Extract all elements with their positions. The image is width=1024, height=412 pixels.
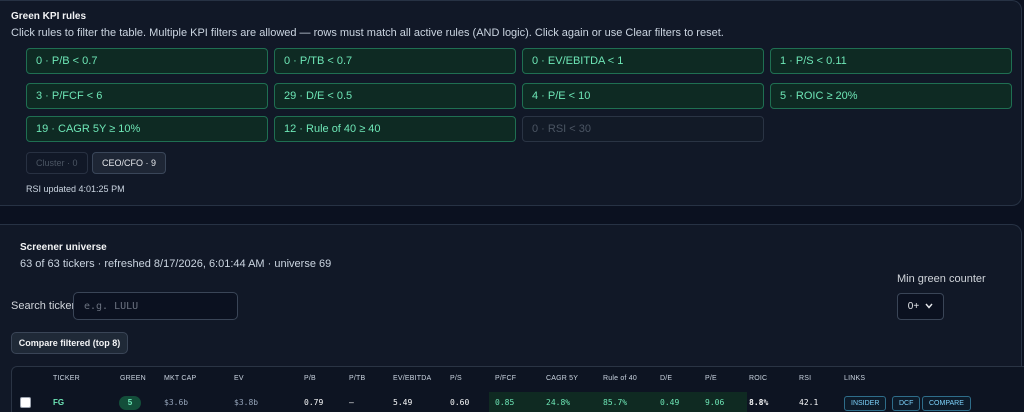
kpi-description: Click rules to filter the table. Multipl… [11,27,724,39]
th-pb[interactable]: P/B [304,375,316,382]
compare-filtered-button[interactable]: Compare filtered (top 8) [11,332,128,354]
min-green-select[interactable]: 0+ [897,293,944,320]
th-ev[interactable]: EV [234,375,244,382]
cell-mkt-cap: $3.6b [164,398,189,407]
screener-table: TICKER GREEN MKT CAP EV P/B P/TB EV/EBIT… [11,366,1024,412]
cluster-chip[interactable]: Cluster · 0 [26,152,88,174]
screener-title: Screener universe [20,242,107,253]
rule-roic[interactable]: 5 · ROIC ≥ 20% [770,83,1012,109]
search-label: Search ticker [11,300,76,312]
th-mkt-cap[interactable]: MKT CAP [164,375,196,382]
chevron-down-icon [925,301,933,312]
cell-de: 0.49 [660,398,680,407]
rule-cagr[interactable]: 19 · CAGR 5Y ≥ 10% [26,116,268,142]
th-cagr[interactable]: CAGR 5Y [546,375,578,382]
cell-pfcf: 0.85 [495,398,515,407]
th-links: LINKS [844,375,866,382]
cell-ptb: — [349,398,354,407]
kpi-panel-title: Green KPI rules [11,11,87,22]
cell-ticker[interactable]: FG [53,392,64,412]
th-roic[interactable]: ROIC [749,375,767,382]
rule-ps[interactable]: 1 · P/S < 0.11 [770,48,1012,74]
th-de[interactable]: D/E [660,375,672,382]
cell-ev-ebitda: 5.49 [393,398,413,407]
ceo-cfo-chip[interactable]: CEO/CFO · 9 [92,152,167,174]
rule-ptb[interactable]: 0 · P/TB < 0.7 [274,48,516,74]
rule-pe[interactable]: 4 · P/E < 10 [522,83,764,109]
table-row: FG 5 $3.6b $3.8b 0.79 — 5.49 0.60 0.85 2… [12,392,1024,412]
cell-rule-of-40: 85.7% [603,398,628,407]
th-ps[interactable]: P/S [450,375,462,382]
green-count-badge: 5 [119,396,141,410]
rsi-updated-text: RSI updated 4:01:25 PM [26,184,125,194]
row-select-checkbox[interactable] [20,397,31,408]
th-green[interactable]: GREEN [120,375,146,382]
cell-pe: 9.06 [705,398,725,407]
th-ticker[interactable]: TICKER [53,375,80,382]
dcf-link[interactable]: DCF [892,396,921,411]
rule-de[interactable]: 29 · D/E < 0.5 [274,83,516,109]
cell-rsi: 42.1 [799,398,819,407]
min-green-label: Min green counter [897,273,986,285]
th-rsi[interactable]: RSI [799,375,811,382]
cell-roic: 8.8% [749,398,769,407]
insider-link[interactable]: INSIDER [844,396,887,411]
rule-rule-of-40[interactable]: 12 · Rule of 40 ≥ 40 [274,116,516,142]
th-ev-ebitda[interactable]: EV/EBITDA [393,375,431,382]
screener-summary: 63 of 63 tickers · refreshed 8/17/2026, … [20,258,332,270]
th-rule-of-40[interactable]: Rule of 40 [603,375,637,382]
cell-pb: 0.79 [304,398,324,407]
rule-pb[interactable]: 0 · P/B < 0.7 [26,48,268,74]
compare-link[interactable]: COMPARE [922,396,971,411]
rule-ev-ebitda[interactable]: 0 · EV/EBITDA < 1 [522,48,764,74]
cell-ps: 0.60 [450,398,470,407]
cell-cagr: 24.8% [546,398,571,407]
th-pe[interactable]: P/E [705,375,717,382]
min-green-value: 0+ [907,301,920,312]
rule-pfcf[interactable]: 3 · P/FCF < 6 [26,83,268,109]
rule-rsi[interactable]: 0 · RSI < 30 [522,116,764,142]
search-input[interactable] [73,292,238,320]
th-ptb[interactable]: P/TB [349,375,365,382]
cell-ev: $3.8b [234,398,259,407]
th-pfcf[interactable]: P/FCF [495,375,516,382]
